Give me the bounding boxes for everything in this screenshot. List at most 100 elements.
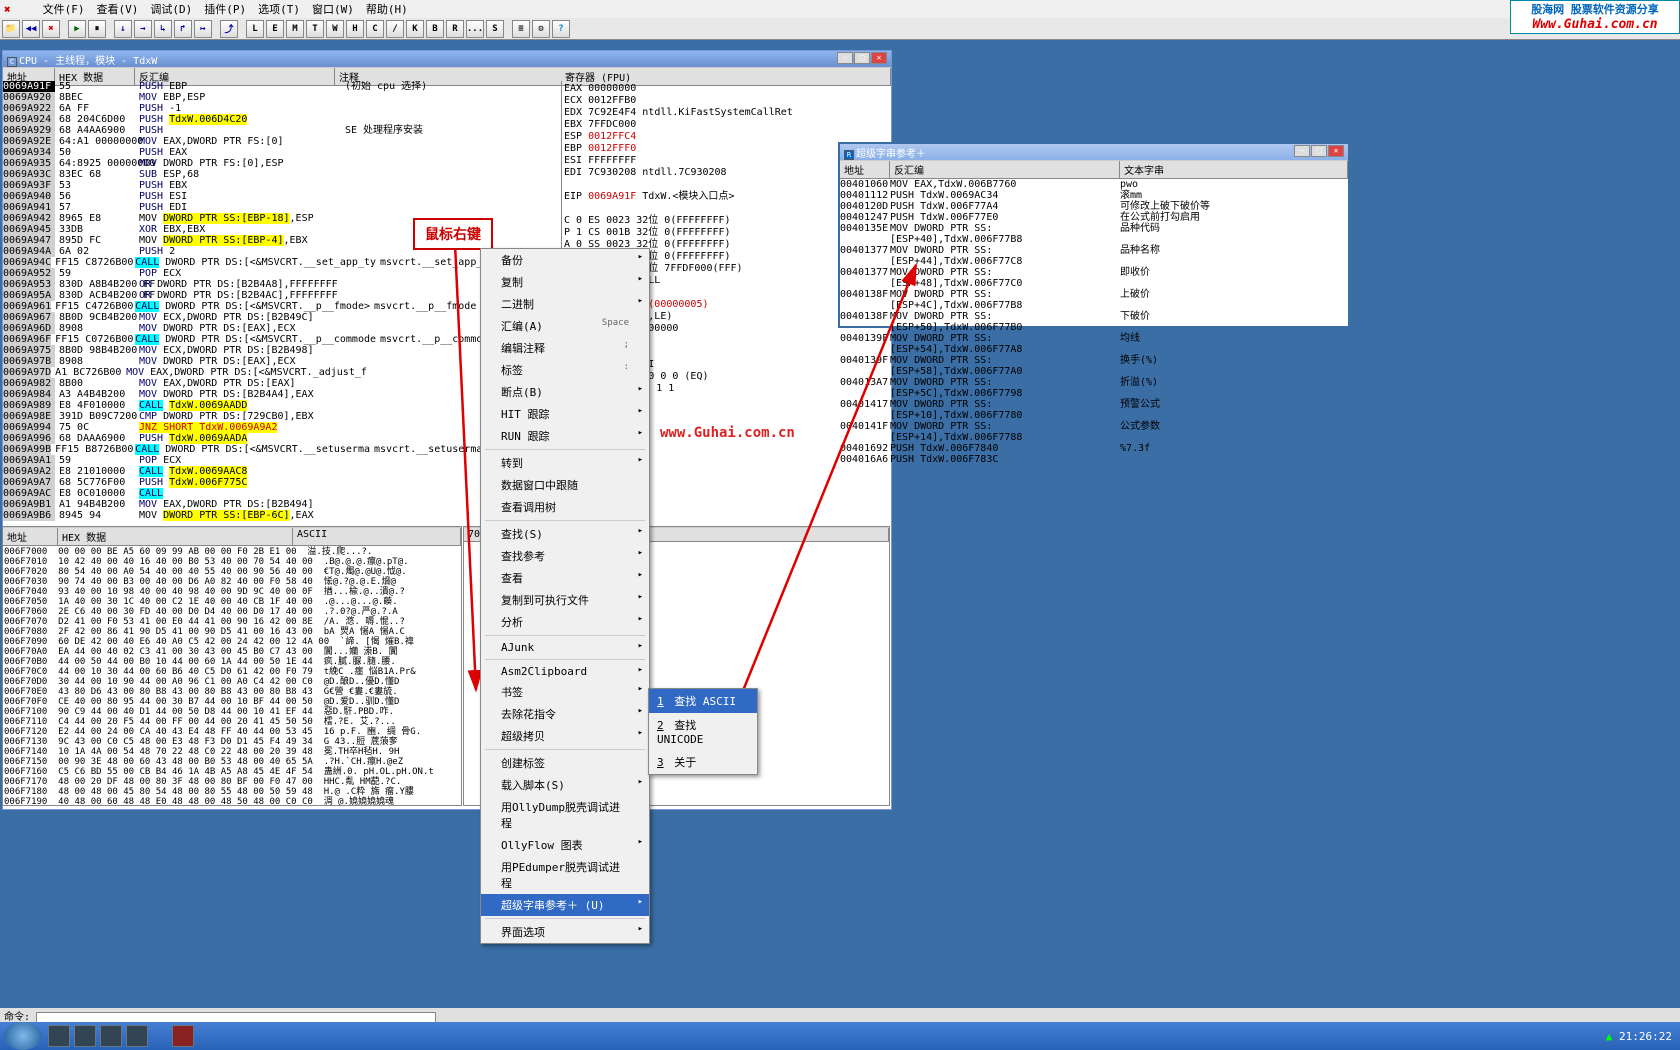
ctx-转到[interactable]: 转到 (481, 452, 649, 474)
tb-run-icon[interactable]: ↦ (194, 20, 212, 38)
ref-row[interactable]: 00401377MOV DWORD PTR SS:[ESP+44],TdxW.0… (840, 245, 1348, 267)
ctx-HIT 跟踪[interactable]: HIT 跟踪 (481, 403, 649, 425)
disasm-row[interactable]: 0069A92968 A4AA6900PUSH SE 处理程序安装 (3, 125, 561, 136)
ctx-查找参考[interactable]: 查找参考 (481, 545, 649, 567)
ctx-用PEdumper脱壳调试进程[interactable]: 用PEdumper脱壳调试进程 (481, 856, 649, 894)
ctx-汇编(A)[interactable]: 汇编(A)Space (481, 315, 649, 337)
disasm-row[interactable]: 0069A961FF15 C4726B00CALL DWORD PTR DS:[… (3, 301, 561, 312)
minimize-icon[interactable]: ‒ (837, 52, 853, 64)
disasm-row[interactable]: 0069A9A159POP ECX (3, 455, 561, 466)
ref-row[interactable]: 00401377MOV DWORD PTR SS:[ESP+48],TdxW.0… (840, 267, 1348, 289)
tb-retn-icon[interactable]: ⤴ (220, 20, 238, 38)
taskbar-explorer-icon[interactable] (74, 1025, 96, 1047)
disasm-row[interactable]: 0069A9A2E8 21010000CALL TdxW.0069AAC8 (3, 466, 561, 477)
disasm-row[interactable]: 0069A94157PUSH EDI (3, 202, 561, 213)
tb-list-icon[interactable]: ≡ (512, 20, 530, 38)
ref-close-icon[interactable]: ✕ (1328, 145, 1344, 157)
tb-rewind-icon[interactable]: ◀◀ (22, 20, 40, 38)
ref-row[interactable]: 00401247PUSH TdxW.006F77E0在公式前打勾启用 (840, 212, 1348, 223)
disasm-row[interactable]: 0069A96FFF15 C0726B00CALL DWORD PTR DS:[… (3, 334, 561, 345)
tb-pause-icon[interactable]: ⏸ (88, 20, 106, 38)
taskbar-ie-icon[interactable] (48, 1025, 70, 1047)
disasm-row[interactable]: 0069A99BFF15 B8726B00CALL DWORD PTR DS:[… (3, 444, 561, 455)
tb-win-m[interactable]: M (286, 20, 304, 38)
tb-win-/[interactable]: / (386, 20, 404, 38)
command-bar[interactable]: 命令: (0, 1008, 1680, 1022)
disasm-row[interactable]: 0069A95259POP ECX (3, 268, 561, 279)
disasm-row[interactable]: 0069A98E391D B09C7200CMP DWORD PTR DS:[7… (3, 411, 561, 422)
ref-row[interactable]: 0040135EMOV DWORD PTR SS:[ESP+40],TdxW.0… (840, 223, 1348, 245)
disasm-row[interactable]: 0069A9ACE8 0C010000CALL (3, 488, 561, 499)
menu-plugin[interactable]: 插件(P) (204, 1, 246, 17)
ctx-查看[interactable]: 查看 (481, 567, 649, 589)
dump-pane[interactable]: 地址 HEX 数据 ASCII 006F7000 00 00 00 BE A5 … (2, 526, 462, 806)
disasm-row[interactable]: 0069A9828B00MOV EAX,DWORD PTR DS:[EAX] (3, 378, 561, 389)
ref-row[interactable]: 0040139FMOV DWORD PTR SS:[ESP+58],TdxW.0… (840, 355, 1348, 377)
ctx-超级拷贝[interactable]: 超级拷贝 (481, 725, 649, 747)
menu-window[interactable]: 窗口(W) (312, 1, 354, 17)
disasm-row[interactable]: 0069A9B1A1 94B4B200MOV EAX,DWORD PTR DS:… (3, 499, 561, 510)
ctx-编辑注释[interactable]: 编辑注释; (481, 337, 649, 359)
disasm-pane[interactable]: 0069A91F55PUSH EBP(初始 cpu 选择)0069A9208BE… (3, 81, 561, 539)
disasm-row[interactable]: 0069A93F53PUSH EBX (3, 180, 561, 191)
tb-open-icon[interactable]: 📁 (2, 20, 20, 38)
ctx-用OllyDump脱壳调试进程[interactable]: 用OllyDump脱壳调试进程 (481, 796, 649, 834)
tb-win-k[interactable]: K (406, 20, 424, 38)
sub-查找 UNICODE[interactable]: 2 查找 UNICODE (649, 713, 757, 750)
ctx-AJunk[interactable]: AJunk (481, 638, 649, 657)
taskbar-app2-icon[interactable] (126, 1025, 148, 1047)
sub-关于[interactable]: 3 关于 (649, 750, 757, 774)
ctx-复制到可执行文件[interactable]: 复制到可执行文件 (481, 589, 649, 611)
tb-play-icon[interactable]: ▶ (68, 20, 86, 38)
tb-stepin-icon[interactable]: ↓ (114, 20, 132, 38)
string-ref-window[interactable]: R超级字串参考＋ ‒ □ ✕ 地址 反汇编 文本字串 00401060MOV E… (838, 142, 1350, 328)
ctx-载入脚本(S)[interactable]: 载入脚本(S) (481, 774, 649, 796)
tb-win-b[interactable]: B (426, 20, 444, 38)
ref-row[interactable]: 00401692PUSH TdxW.006F7840%7.3f (840, 443, 1348, 454)
ref-row[interactable]: 004016A6PUSH TdxW.006F783C (840, 454, 1348, 465)
tb-win-e[interactable]: E (266, 20, 284, 38)
ctx-标签[interactable]: 标签: (481, 359, 649, 381)
ctx-复制[interactable]: 复制 (481, 271, 649, 293)
tb-stepover-icon[interactable]: → (134, 20, 152, 38)
tb-win-t[interactable]: T (306, 20, 324, 38)
tb-win-r[interactable]: R (446, 20, 464, 38)
ref-row[interactable]: 00401060MOV EAX,TdxW.006B7760pwo (840, 179, 1348, 190)
ref-row[interactable]: 0040138FMOV DWORD PTR SS:[ESP+4C],TdxW.0… (840, 289, 1348, 311)
tb-stop-icon[interactable]: ✖ (42, 20, 60, 38)
context-menu[interactable]: 备份复制二进制汇编(A)Space编辑注释;标签:断点(B)HIT 跟踪RUN … (480, 248, 650, 944)
disasm-row[interactable]: 0069A9B68945 94MOV DWORD PTR SS:[EBP-6C]… (3, 510, 561, 521)
disasm-row[interactable]: 0069A9678B0D 9CB4B200MOV ECX,DWORD PTR D… (3, 312, 561, 323)
tb-trace-icon[interactable]: ↳ (154, 20, 172, 38)
taskbar[interactable]: ▲ 21:26:22 (0, 1022, 1680, 1050)
ctx-Asm2Clipboard[interactable]: Asm2Clipboard (481, 662, 649, 681)
disasm-row[interactable]: 0069A953830D A8B4B200 FFOR DWORD PTR DS:… (3, 279, 561, 290)
maximize-icon[interactable]: □ (854, 52, 870, 64)
disasm-row[interactable]: 0069A94CFF15 C8726B00CALL DWORD PTR DS:[… (3, 257, 561, 268)
ctx-超级字串参考＋ (U)[interactable]: 超级字串参考＋ (U) (481, 894, 649, 916)
ref-row[interactable]: 0040141FMOV DWORD PTR SS:[ESP+14],TdxW.0… (840, 421, 1348, 443)
disasm-row[interactable]: 0069A91F55PUSH EBP(初始 cpu 选择) (3, 81, 561, 92)
tb-win-h[interactable]: H (346, 20, 364, 38)
ref-row[interactable]: 00401112PUSH TdxW.0069AC34滚mm (840, 190, 1348, 201)
disasm-row[interactable]: 0069A97B8908MOV DWORD PTR DS:[EAX],ECX (3, 356, 561, 367)
disasm-row[interactable]: 0069A93564:8925 00000000MOV DWORD PTR FS… (3, 158, 561, 169)
disasm-row[interactable]: 0069A9226A FFPUSH -1 (3, 103, 561, 114)
disasm-row[interactable]: 0069A94056PUSH ESI (3, 191, 561, 202)
disasm-row[interactable]: 0069A99475 0CJNZ SHORT TdxW.0069A9A2 (3, 422, 561, 433)
start-button[interactable] (4, 1022, 42, 1050)
ref-row[interactable]: 00401417MOV DWORD PTR SS:[ESP+10],TdxW.0… (840, 399, 1348, 421)
tb-win-w[interactable]: W (326, 20, 344, 38)
disasm-row[interactable]: 0069A984A3 A4B4B200MOV DWORD PTR DS:[B2B… (3, 389, 561, 400)
ref-maximize-icon[interactable]: □ (1311, 145, 1327, 157)
sub-查找 ASCII[interactable]: 1 查找 ASCII (649, 689, 757, 713)
ctx-去除花指令[interactable]: 去除花指令 (481, 703, 649, 725)
tb-win-...[interactable]: ... (466, 20, 484, 38)
tb-settings-icon[interactable]: ⚙ (532, 20, 550, 38)
ctx-断点(B)[interactable]: 断点(B) (481, 381, 649, 403)
taskbar-app-icon[interactable] (100, 1025, 122, 1047)
ctx-创建标签[interactable]: 创建标签 (481, 752, 649, 774)
ctx-界面选项[interactable]: 界面选项 (481, 921, 649, 943)
disasm-row[interactable]: 0069A9208BECMOV EBP,ESP (3, 92, 561, 103)
ctx-查找(S)[interactable]: 查找(S) (481, 523, 649, 545)
